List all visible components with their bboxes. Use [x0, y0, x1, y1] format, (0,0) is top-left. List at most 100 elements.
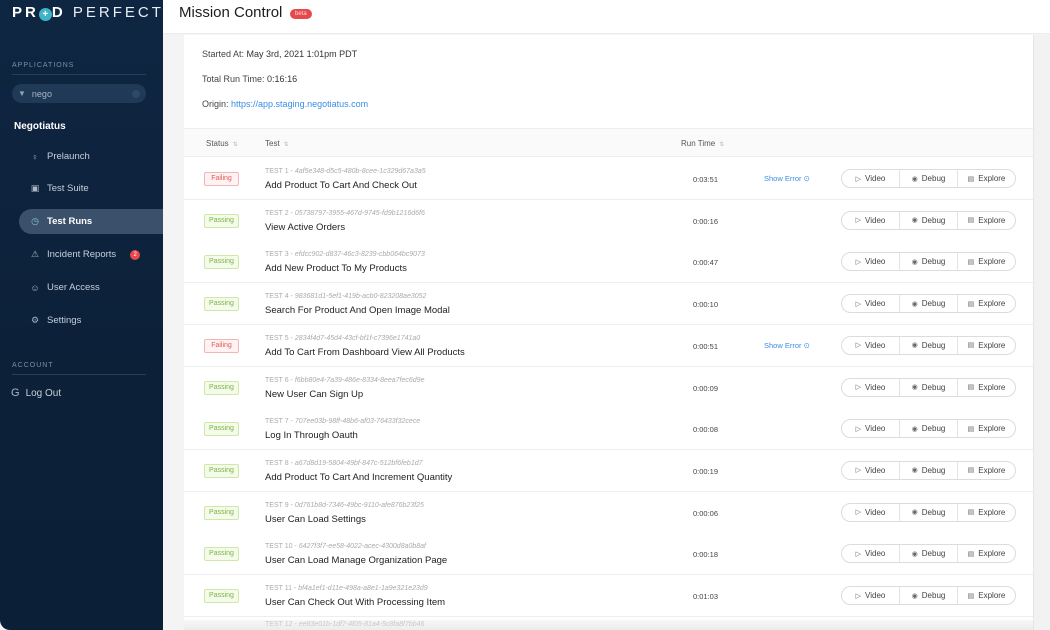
- sidebar-item-user-access[interactable]: ☺ User Access: [19, 275, 163, 300]
- run-time: 0:00:51: [693, 341, 719, 351]
- test-uuid: 983681d1-5ef1-419b-acb0-823208ae3052: [294, 293, 427, 301]
- bug-icon: ◉: [911, 425, 918, 433]
- debug-button[interactable]: ◉ Debug: [900, 378, 958, 396]
- run-time: 0:03:51: [693, 175, 719, 184]
- explore-button[interactable]: ▤ Explore: [958, 295, 1015, 312]
- clear-search-icon[interactable]: [132, 89, 140, 98]
- test-uuid: 6427f3f7-ee58-4022-acec-4300d8a0b8af: [298, 543, 427, 551]
- application-search-input[interactable]: ▼ nego: [12, 84, 146, 103]
- debug-button[interactable]: ◉ Debug: [900, 545, 958, 563]
- video-icon: ▷: [855, 509, 862, 517]
- origin-link[interactable]: https://app.staging.negotiatus.com: [231, 99, 368, 109]
- video-icon: ▷: [855, 258, 862, 266]
- test-id: TEST 2 - 05738797-3955-467d-9745-fd9b121…: [265, 209, 425, 217]
- log-out-button[interactable]: G Log Out: [11, 387, 61, 399]
- show-error-link[interactable]: Show Error ⊙: [764, 174, 810, 183]
- table-header: Status ⇅ Test ⇅ Run Time ⇅: [184, 128, 1033, 157]
- sidebar-item-label: User Access: [47, 282, 100, 293]
- test-name: New User Can Sign Up: [265, 388, 364, 400]
- divider: [12, 374, 146, 375]
- page-scrollbar[interactable]: [1033, 35, 1050, 630]
- video-button[interactable]: ▷ Video: [842, 211, 900, 229]
- video-button[interactable]: ▷ Video: [842, 545, 900, 563]
- test-uuid: 0d761b8d-7346-49bc-9110-afe876b23f25: [294, 501, 424, 509]
- explore-button[interactable]: ▤ Explore: [958, 379, 1015, 396]
- test-suite-icon: ▣: [30, 183, 40, 193]
- test-name: Search For Product And Open Image Modal: [265, 305, 450, 317]
- explore-button[interactable]: ▤ Explore: [958, 462, 1015, 479]
- sidebar-item-label: Prelaunch: [47, 151, 90, 162]
- started-at: Started At: May 3rd, 2021 1:01pm PDT: [202, 49, 357, 59]
- debug-button[interactable]: ◉ Debug: [900, 170, 958, 187]
- video-button[interactable]: ▷ Video: [842, 587, 900, 604]
- video-icon: ▷: [855, 550, 862, 558]
- table-row: Passing TEST 6 - f6bb80e4-7a39-486e-8334-…: [184, 366, 1033, 409]
- column-header-status[interactable]: Status ⇅: [206, 139, 238, 148]
- debug-button[interactable]: ◉ Debug: [900, 420, 958, 438]
- debug-button[interactable]: ◉ Debug: [900, 503, 958, 521]
- test-name: User Can Check Out With Processing Item: [265, 597, 446, 608]
- test-id: TEST 11 - bf4a1ef1-d11e-498a-a8e1-1a9e32…: [265, 585, 428, 592]
- status-badge: Passing: [204, 589, 239, 603]
- test-uuid: 05738797-3955-467d-9745-fd9b1216d6f6: [294, 209, 425, 217]
- application-search-value: nego: [31, 88, 52, 99]
- video-button[interactable]: ▷ Video: [842, 170, 900, 187]
- sidebar-item-label: Settings: [47, 315, 82, 326]
- sidebar-item-test-runs[interactable]: ◷ Test Runs: [19, 209, 163, 234]
- explore-button[interactable]: ▤ Explore: [958, 253, 1015, 270]
- status-badge: Passing: [204, 380, 239, 395]
- video-button[interactable]: ▷ Video: [842, 461, 900, 479]
- table-row: Failing TEST 5 - 2834f4d7-45d4-43cf-bf1f-…: [184, 324, 1033, 367]
- clock-icon: ◷: [31, 216, 39, 226]
- video-button[interactable]: ▷ Video: [842, 503, 900, 521]
- video-button[interactable]: ▷ Video: [842, 336, 900, 354]
- users-icon: ☺: [30, 282, 40, 293]
- test-uuid: f6bb80e4-7a39-486e-8334-8eea7fec6d9e: [294, 376, 425, 384]
- test-name: Add Product To Cart And Increment Quanti…: [265, 471, 453, 483]
- row-actions: ▷ Video ◉ Debug ▤ Explore: [841, 210, 1016, 230]
- debug-button[interactable]: ◉ Debug: [900, 253, 958, 271]
- video-button[interactable]: ▷ Video: [842, 378, 900, 396]
- test-id: TEST 6 - f6bb80e4-7a39-486e-8334-8eea7fe…: [265, 376, 425, 384]
- row-actions: ▷ Video ◉ Debug ▤ Explore: [841, 377, 1016, 397]
- explore-button[interactable]: ▤ Explore: [958, 420, 1015, 437]
- status-badge: Failing: [204, 172, 239, 186]
- debug-button[interactable]: ◉ Debug: [900, 587, 958, 604]
- test-uuid: a67d8d19-5804-49bf-847c-512bf6feb1d7: [294, 459, 423, 467]
- run-time: 0:01:03: [693, 592, 719, 601]
- video-button[interactable]: ▷ Video: [842, 420, 900, 438]
- sidebar-item-settings[interactable]: ⚙ Settings: [19, 308, 163, 333]
- column-header-run-time[interactable]: Run Time ⇅: [681, 139, 724, 148]
- test-id: TEST 4 - 983681d1-5ef1-419b-acb0-823208a…: [265, 293, 427, 301]
- sidebar-item-incident-reports[interactable]: ⚠ Incident Reports 2: [19, 242, 163, 267]
- debug-button[interactable]: ◉ Debug: [900, 461, 958, 479]
- explore-button[interactable]: ▤ Explore: [958, 212, 1015, 229]
- debug-button[interactable]: ◉ Debug: [900, 336, 958, 354]
- explore-button[interactable]: ▤ Explore: [958, 504, 1015, 521]
- column-header-test[interactable]: Test ⇅: [265, 139, 289, 148]
- table-row: Passing TEST 8 - a67d8d19-5804-49bf-847c-…: [184, 449, 1033, 492]
- debug-button[interactable]: ◉ Debug: [900, 295, 958, 313]
- explore-button[interactable]: ▤ Explore: [958, 170, 1015, 187]
- video-button[interactable]: ▷ Video: [842, 253, 900, 271]
- video-icon: ▷: [855, 467, 862, 475]
- debug-button[interactable]: ◉ Debug: [900, 211, 958, 229]
- show-error-link[interactable]: Show Error ⊙: [764, 341, 810, 350]
- microphone-icon: ♀: [31, 151, 39, 162]
- video-button[interactable]: ▷ Video: [842, 295, 900, 313]
- sidebar-item-prelaunch[interactable]: ♀ Prelaunch: [19, 144, 163, 169]
- explore-button[interactable]: ▤ Explore: [958, 545, 1015, 562]
- log-out-label: Log Out: [25, 387, 62, 399]
- row-actions: ▷ Video ◉ Debug ▤ Explore: [841, 419, 1016, 439]
- video-icon: ▷: [855, 300, 862, 308]
- explore-button[interactable]: ▤ Explore: [958, 587, 1015, 604]
- test-name: User Can Load Settings: [265, 513, 366, 525]
- bug-icon: ◉: [911, 509, 918, 517]
- prodperfect-logo[interactable]: PR + D PERFECT: [12, 4, 164, 21]
- total-run-time: Total Run Time: 0:16:16: [202, 74, 297, 84]
- sidebar-item-test-suite[interactable]: ▣ Test Suite: [19, 176, 163, 201]
- row-actions: ▷ Video ◉ Debug ▤ Explore: [841, 586, 1016, 605]
- status-badge: Passing: [204, 547, 239, 562]
- explore-button[interactable]: ▤ Explore: [958, 337, 1015, 354]
- explore-icon: ▤: [967, 342, 975, 350]
